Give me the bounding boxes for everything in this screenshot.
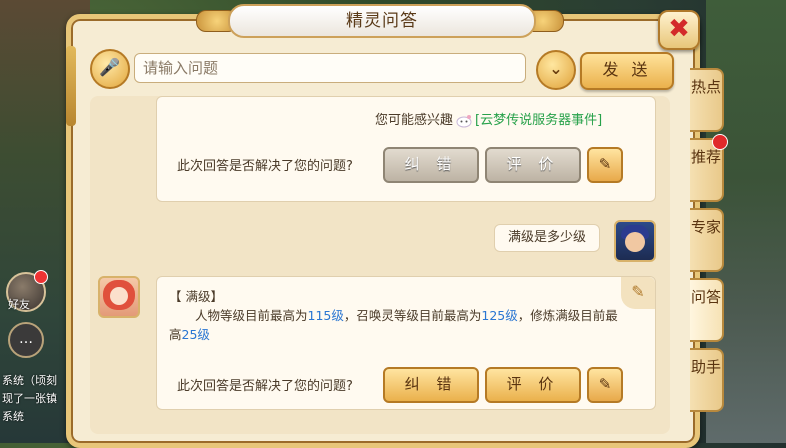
edit-button[interactable]: ✎ [587, 367, 623, 403]
tassel-ornament [66, 46, 76, 126]
answer-number: 125级 [481, 308, 518, 323]
ghost-pet-icon [456, 114, 472, 127]
answer-card-current: ✎ 【 满级】 人物等级目前最高为115级，召唤灵等级目前最高为125级，修炼满… [156, 276, 656, 410]
correct-button[interactable]: 纠 错 [383, 367, 479, 403]
question-input[interactable] [134, 53, 526, 83]
edit-icon: ✎ [598, 375, 612, 393]
microphone-icon: 🎤 [99, 58, 121, 78]
rate-button[interactable]: 评 价 [485, 367, 581, 403]
answer-text: 【 满级】 人物等级目前最高为115级，召唤灵等级目前最高为125级，修炼满级目… [169, 287, 619, 344]
answer-number: 25级 [181, 327, 210, 342]
user-avatar [614, 220, 656, 262]
answer-number: 115级 [307, 308, 344, 323]
answer-fragment: 人物等级目前最高为 [195, 308, 308, 323]
friends-label: 好友 [8, 298, 30, 311]
chat-bubble-icon[interactable]: … [8, 322, 44, 358]
answer-card-previous: 您可能感兴趣 [云梦传说服务器事件] 此次回答是否解决了您的问题? 纠 错 评 价… [156, 96, 656, 202]
rate-label: 评 价 [506, 155, 560, 173]
note-icon: ✎ [621, 277, 655, 309]
chat-line: 系统（顷刻 [2, 374, 57, 387]
tab-assistant[interactable]: 助手 [690, 348, 724, 412]
send-button-label: 发 送 [602, 60, 652, 79]
suggestion-prefix: 您可能感兴趣 [375, 113, 454, 128]
user-question-bubble: 满级是多少级 [494, 224, 600, 252]
close-icon: ✖ [668, 14, 690, 44]
correct-label: 纠 错 [404, 155, 458, 173]
tab-qa[interactable]: 问答 [690, 278, 724, 342]
window-title: 精灵问答 [228, 4, 536, 38]
edit-button[interactable]: ✎ [587, 147, 623, 183]
tab-recommend[interactable]: 推荐 [690, 134, 728, 202]
rate-button-disabled[interactable]: 评 价 [485, 147, 581, 183]
tab-label: 助手 [690, 358, 721, 376]
voice-input-button[interactable]: 🎤 [90, 49, 130, 89]
tab-expert[interactable]: 专家 [690, 208, 724, 272]
answer-fragment: ，召唤灵等级目前最高为 [343, 308, 482, 323]
suggestion-line: 您可能感兴趣 [云梦传说服务器事件] [375, 109, 602, 128]
suggestion-link[interactable]: [云梦传说服务器事件] [475, 113, 602, 128]
chat-line: 现了一张镇 [2, 392, 57, 405]
feedback-question: 此次回答是否解决了您的问题? [177, 159, 353, 174]
correct-button-disabled[interactable]: 纠 错 [383, 147, 479, 183]
tab-label: 问答 [690, 288, 721, 306]
close-button[interactable]: ✖ [658, 10, 700, 50]
history-dropdown-button[interactable]: ⌄ [536, 50, 576, 90]
send-button[interactable]: 发 送 [580, 52, 674, 90]
rate-label: 评 价 [506, 375, 560, 393]
assistant-avatar [98, 276, 140, 318]
chat-line: 系统 [2, 410, 24, 423]
notification-dot [34, 270, 48, 284]
notification-dot [712, 134, 728, 150]
tab-hot[interactable]: 热点 [690, 68, 724, 132]
chat-area[interactable]: 您可能感兴趣 [云梦传说服务器事件] 此次回答是否解决了您的问题? 纠 错 评 价… [90, 96, 670, 434]
correct-label: 纠 错 [404, 375, 458, 393]
edit-icon: ✎ [598, 155, 612, 173]
feedback-question: 此次回答是否解决了您的问题? [177, 379, 353, 394]
answer-heading: 【 满级】 [169, 289, 223, 304]
tab-label: 专家 [690, 218, 721, 236]
chevron-down-icon: ⌄ [549, 59, 563, 78]
tab-label: 热点 [690, 78, 721, 96]
tab-label: 推荐 [690, 148, 721, 166]
